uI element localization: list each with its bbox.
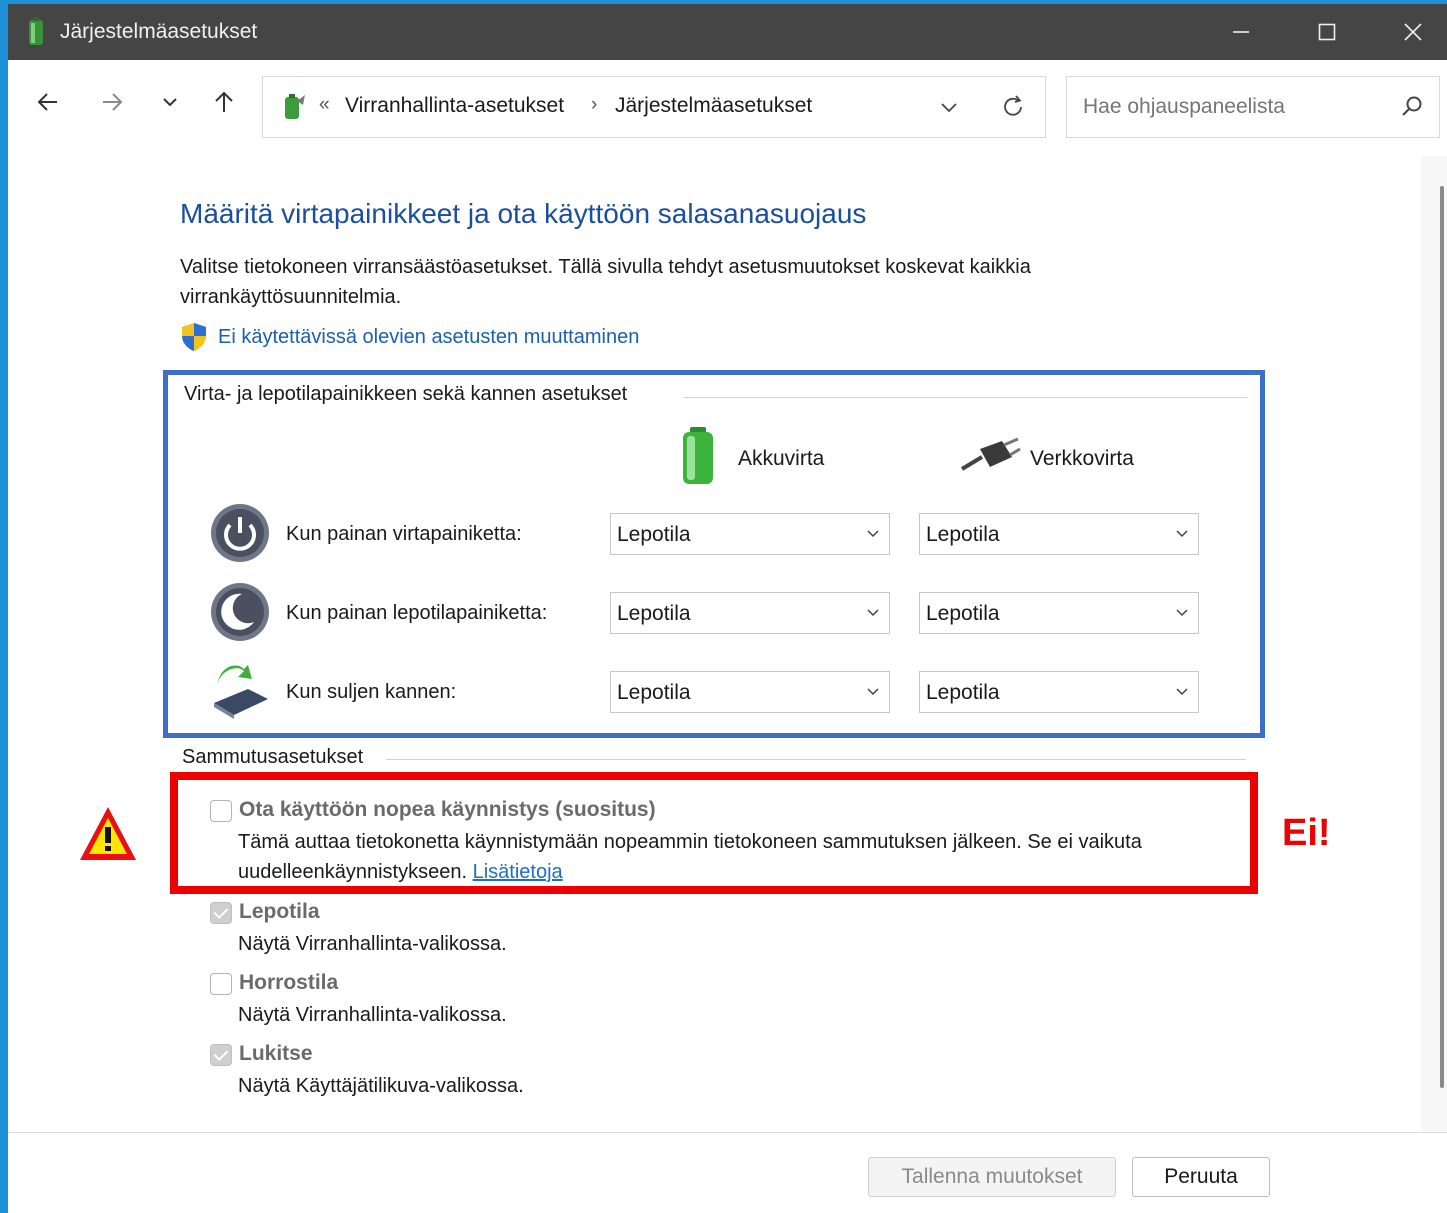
breadcrumb-item-system-settings[interactable]: Järjestelmäasetukset — [615, 94, 812, 118]
sleep-button-battery-select[interactable]: Lepotila — [610, 592, 890, 634]
scrollbar-thumb[interactable] — [1440, 186, 1444, 1088]
change-unavailable-settings-text[interactable]: Ei käytettävissä olevien asetusten muutt… — [218, 326, 639, 349]
breadcrumb-overflow[interactable]: « — [319, 94, 330, 116]
lock-checkbox[interactable] — [210, 1044, 232, 1066]
power-button-plugged-select[interactable]: Lepotila — [919, 513, 1199, 555]
back-button[interactable] — [28, 82, 68, 122]
arrow-left-icon — [37, 93, 57, 111]
select-value: Lepotila — [617, 681, 691, 704]
maximize-icon — [1318, 23, 1336, 41]
hibernate-checkbox[interactable] — [210, 973, 232, 995]
navigation-toolbar: « Virranhallinta-asetukset › Järjestelmä… — [8, 60, 1447, 156]
uac-shield-icon — [182, 323, 206, 351]
dialog-footer: Tallenna muutokset Peruuta — [8, 1132, 1447, 1213]
lid-close-battery-select[interactable]: Lepotila — [610, 671, 890, 713]
lock-description: Näytä Käyttäjätilikuva-valikossa. — [238, 1075, 524, 1097]
power-button-icon — [211, 504, 269, 562]
chevron-down-icon — [163, 98, 177, 107]
control-panel-window: Järjestelmäasetukset « Virranhallinta-as… — [8, 4, 1447, 1213]
vertical-scrollbar[interactable] — [1421, 156, 1447, 1132]
title-bar: Järjestelmäasetukset — [8, 4, 1447, 60]
sleep-button-label: Kun painan lepotilapainiketta: — [286, 602, 548, 624]
breadcrumb-separator[interactable]: › — [591, 94, 597, 116]
group-divider — [683, 397, 1247, 398]
power-button-battery-select[interactable]: Lepotila — [610, 513, 890, 555]
forward-button[interactable] — [92, 82, 132, 122]
sleep-button-icon — [211, 583, 269, 641]
minimize-icon — [1233, 31, 1249, 33]
arrow-up-icon — [215, 91, 233, 112]
power-plug-icon — [960, 437, 1021, 471]
button-settings-group-title: Virta- ja lepotilapainikkeen sekä kannen… — [184, 383, 638, 406]
close-button[interactable] — [1370, 4, 1447, 60]
lock-label[interactable]: Lukitse — [239, 1042, 313, 1066]
chevron-down-icon — [867, 688, 879, 696]
battery-settings-app-icon — [29, 17, 43, 45]
close-icon — [1404, 23, 1422, 41]
cancel-button[interactable]: Peruuta — [1132, 1157, 1270, 1197]
select-value: Lepotila — [926, 681, 1000, 704]
battery-column-header: Akkuvirta — [738, 447, 825, 470]
button-settings-group: Virta- ja lepotilapainikkeen sekä kannen… — [163, 370, 1265, 738]
window-title: Järjestelmäasetukset — [60, 20, 258, 43]
search-input[interactable] — [1081, 91, 1385, 123]
plugged-in-column-header: Verkkovirta — [1030, 447, 1134, 470]
lid-close-label: Kun suljen kannen: — [286, 681, 457, 703]
sleep-description: Näytä Virranhallinta-valikossa. — [238, 933, 507, 955]
warning-icon — [80, 807, 136, 860]
sleep-label[interactable]: Lepotila — [239, 900, 320, 924]
arrow-right-icon — [103, 93, 123, 111]
minimize-button[interactable] — [1198, 4, 1284, 60]
up-button[interactable] — [204, 82, 244, 122]
maximize-button[interactable] — [1284, 4, 1370, 60]
annotation-text: Ei! — [1282, 812, 1331, 854]
fast-startup-description-text: Tämä auttaa tietokonetta käynnistymään n… — [238, 831, 1142, 883]
chevron-down-icon — [1176, 609, 1188, 617]
fast-startup-label[interactable]: Ota käyttöön nopea käynnistys (suositus) — [239, 798, 656, 822]
hibernate-description: Näytä Virranhallinta-valikossa. — [238, 1004, 507, 1026]
battery-icon — [683, 427, 713, 484]
shutdown-group-title: Sammutusasetukset — [182, 746, 374, 769]
refresh-icon[interactable] — [999, 93, 1027, 121]
recent-locations-button[interactable] — [150, 82, 190, 122]
breadcrumb-item-power-options[interactable]: Virranhallinta-asetukset — [345, 94, 564, 118]
chevron-down-icon — [867, 609, 879, 617]
learn-more-link[interactable]: Lisätietoja — [473, 861, 563, 883]
chevron-down-icon — [1176, 530, 1188, 538]
page-heading: Määritä virtapainikkeet ja ota käyttöön … — [180, 198, 867, 229]
page-description: Valitse tietokoneen virransäästöasetukse… — [180, 256, 1031, 308]
chevron-down-icon — [1176, 688, 1188, 696]
hibernate-label[interactable]: Horrostila — [239, 971, 338, 995]
power-button-label: Kun painan virtapainiketta: — [286, 523, 522, 545]
select-value: Lepotila — [617, 523, 691, 546]
chevron-down-icon — [867, 530, 879, 538]
main-content: Määritä virtapainikkeet ja ota käyttöön … — [8, 156, 1447, 1132]
fast-startup-checkbox[interactable] — [210, 800, 232, 822]
select-value: Lepotila — [926, 523, 1000, 546]
search-icon[interactable] — [1399, 93, 1425, 119]
fast-startup-description: Tämä auttaa tietokonetta käynnistymään n… — [238, 827, 1248, 887]
search-box[interactable] — [1066, 76, 1440, 138]
sleep-button-plugged-select[interactable]: Lepotila — [919, 592, 1199, 634]
shutdown-group-divider — [386, 759, 1246, 760]
sleep-checkbox[interactable] — [210, 902, 232, 924]
address-bar[interactable]: « Virranhallinta-asetukset › Järjestelmä… — [262, 76, 1046, 138]
save-changes-button[interactable]: Tallenna muutokset — [868, 1157, 1116, 1197]
address-history-chevron-icon[interactable] — [939, 97, 959, 117]
select-value: Lepotila — [617, 602, 691, 625]
lid-close-plugged-select[interactable]: Lepotila — [919, 671, 1199, 713]
laptop-lid-icon — [214, 665, 268, 719]
select-value: Lepotila — [926, 602, 1000, 625]
power-options-icon — [285, 94, 305, 119]
